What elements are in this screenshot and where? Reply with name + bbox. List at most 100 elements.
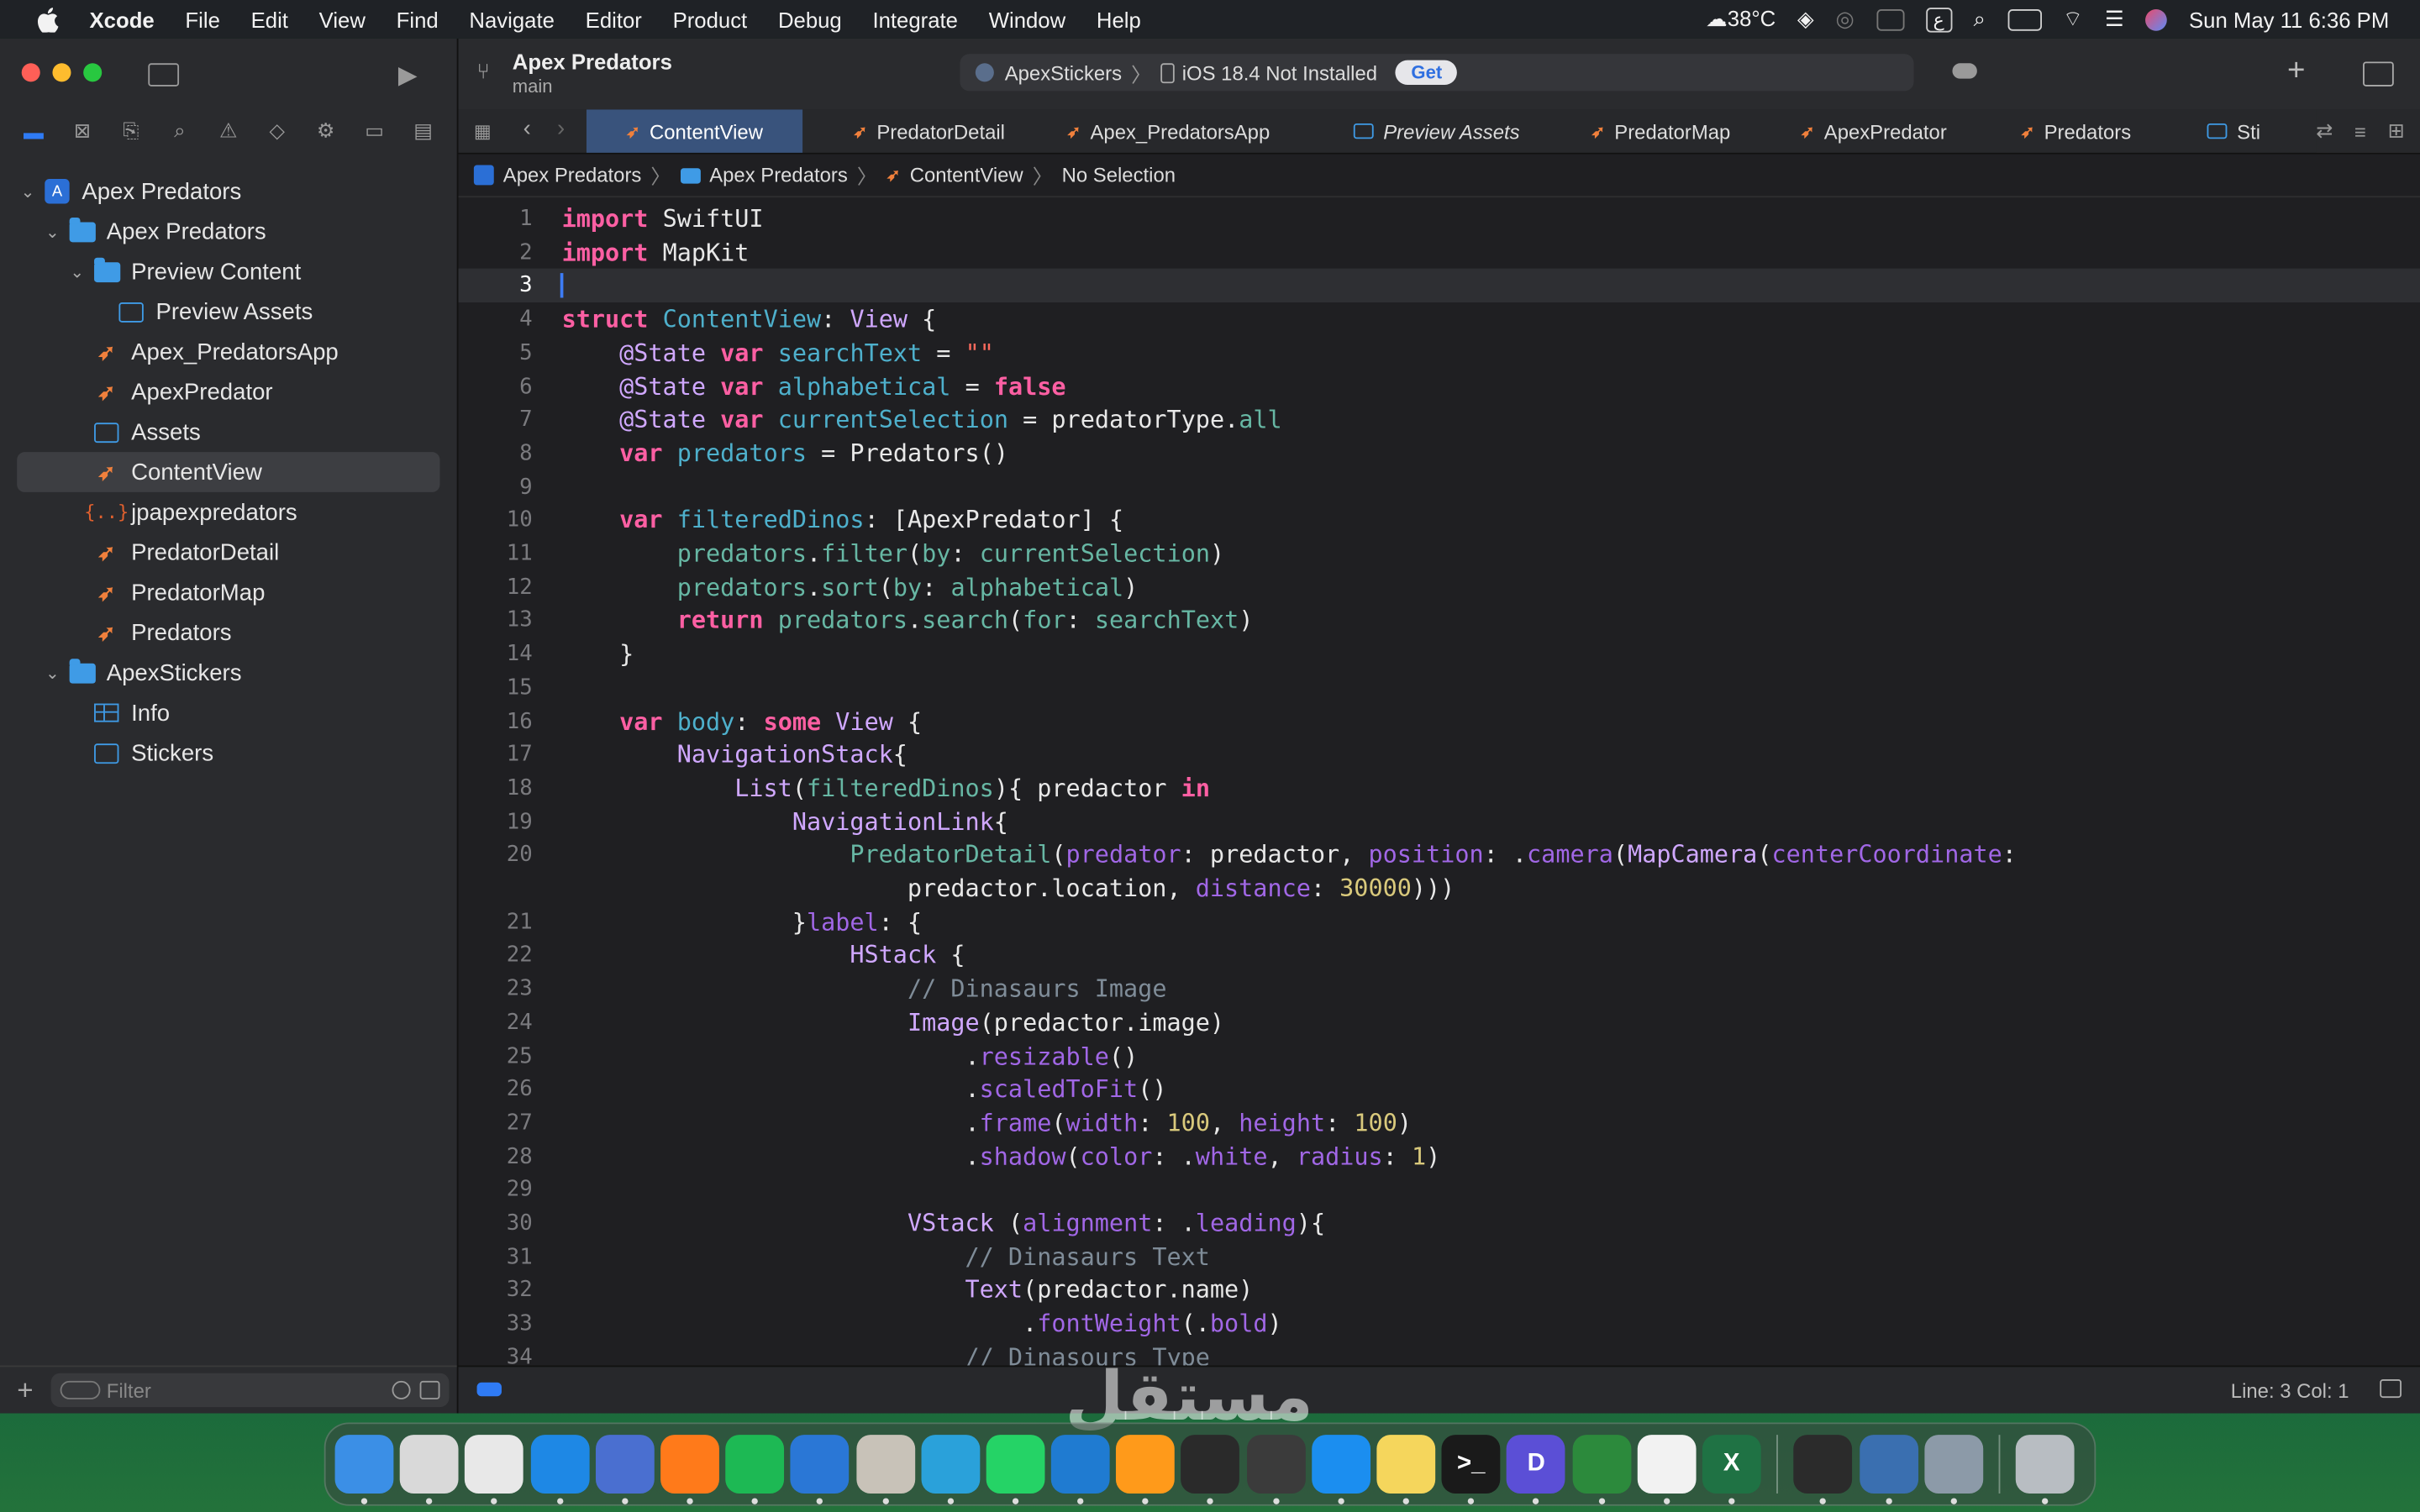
- get-platform-button[interactable]: Get: [1396, 60, 1458, 86]
- scheme-destination-bar[interactable]: ApexStickers 〉 iOS 18.4 Not Installed Ge…: [960, 54, 1914, 92]
- project-navigator-folder-icon[interactable]: ▬: [21, 118, 45, 143]
- xcode-app[interactable]: [790, 1435, 850, 1504]
- editor-tab[interactable]: Preview Assets: [1323, 109, 1551, 152]
- navigate-forward-icon[interactable]: ›: [557, 116, 565, 142]
- navigator-item[interactable]: ⌄ A Apex Predators: [0, 171, 457, 212]
- launchpad-app[interactable]: [400, 1435, 459, 1504]
- related-items-grid-icon[interactable]: ▦: [474, 120, 496, 142]
- siri-icon[interactable]: [2145, 8, 2168, 30]
- weather-status[interactable]: ☁38°C: [1706, 6, 1776, 32]
- firefox-app[interactable]: [660, 1435, 719, 1504]
- minimize-window-button[interactable]: [52, 63, 71, 82]
- airplay-icon[interactable]: ◎: [1835, 6, 1854, 32]
- close-window-button[interactable]: [21, 63, 40, 82]
- navigator-item[interactable]: ➶ Predators: [0, 612, 457, 653]
- clock[interactable]: Sun May 11 6:36 PM: [2189, 7, 2389, 31]
- spotlight-search-icon[interactable]: ⌕: [1974, 6, 1986, 32]
- input-source-icon[interactable]: ع: [1925, 7, 1952, 32]
- code-line[interactable]: 26 .scaledToFit(): [459, 1073, 2420, 1106]
- editor-tab[interactable]: ➶ Apex_PredatorsApp: [1044, 109, 1292, 152]
- code-line[interactable]: 2 import MapKit: [459, 235, 2420, 269]
- menu-product[interactable]: Product: [657, 7, 762, 31]
- telegram-app[interactable]: [920, 1435, 980, 1504]
- navigator-item[interactable]: ⌄ ApexStickers: [0, 653, 457, 693]
- code-line[interactable]: 5 @State var searchText = "": [459, 336, 2420, 370]
- source-editor[interactable]: 1 import SwiftUI 2 import MapKit 3 4 struct Co…: [458, 199, 2420, 1367]
- disclosure-chevron-icon[interactable]: ⌄: [43, 663, 61, 683]
- code-line[interactable]: 1 import SwiftUI: [459, 202, 2420, 236]
- split-editor-icon[interactable]: ⊞: [2388, 118, 2405, 143]
- debug-icon[interactable]: ⚙: [313, 118, 338, 143]
- scheme-name[interactable]: ApexStickers: [1005, 61, 1122, 85]
- excel-app[interactable]: X: [1702, 1435, 1761, 1504]
- code-line[interactable]: 4 struct ContentView: View {: [459, 302, 2420, 336]
- whatsapp-app[interactable]: [986, 1435, 1045, 1504]
- code-line[interactable]: predactor.location, distance: 30000))): [459, 872, 2420, 906]
- inspector-toggle-icon[interactable]: [2363, 61, 2394, 87]
- code-line[interactable]: 20 PredatorDetail(predator: predactor, p…: [459, 838, 2420, 872]
- navigator-item[interactable]: Preview Assets: [0, 291, 457, 332]
- spotify-app[interactable]: [725, 1435, 785, 1504]
- trash-app[interactable]: [2015, 1435, 2075, 1504]
- code-line[interactable]: 9: [459, 470, 2420, 503]
- code-line[interactable]: 15: [459, 671, 2420, 705]
- report-icon[interactable]: ▤: [411, 118, 435, 143]
- code-line[interactable]: 8 var predators = Predators(): [459, 437, 2420, 470]
- navigator-item[interactable]: ➶ Apex_PredatorsApp: [0, 332, 457, 372]
- jumpbar-file[interactable]: ContentView: [910, 164, 1023, 187]
- safari-app[interactable]: [530, 1435, 589, 1504]
- branch-icon[interactable]: ⑂: [477, 59, 499, 87]
- layers-icon[interactable]: ◈: [1797, 6, 1814, 32]
- find-navigator-search-icon[interactable]: ⌕: [167, 118, 192, 143]
- wifi-icon[interactable]: ⌔: [2063, 5, 2083, 33]
- run-play-icon[interactable]: ▶︎: [398, 60, 426, 89]
- preview-app[interactable]: [855, 1435, 915, 1504]
- menu-help[interactable]: Help: [1081, 7, 1157, 31]
- filter-options-icon[interactable]: [60, 1380, 101, 1399]
- code-line[interactable]: 29: [459, 1173, 2420, 1206]
- jumpbar-project[interactable]: Apex Predators: [503, 164, 642, 187]
- menu-view[interactable]: View: [303, 7, 381, 31]
- textedit-app[interactable]: [1637, 1435, 1697, 1504]
- appcleaner-app[interactable]: [595, 1435, 655, 1504]
- add-file-icon[interactable]: +: [17, 1374, 41, 1407]
- cloud-status-icon[interactable]: [1952, 63, 1977, 79]
- editor-tab[interactable]: ➶ ContentView: [586, 109, 803, 153]
- navigator-item[interactable]: ➶ ContentView: [17, 452, 440, 492]
- menu-edit[interactable]: Edit: [235, 7, 303, 31]
- test-diamond-icon[interactable]: ◇: [265, 118, 289, 143]
- code-line[interactable]: 11 predators.filter(by: currentSelection…: [459, 537, 2420, 570]
- code-line[interactable]: 12 predators.sort(by: alphabetical): [459, 570, 2420, 604]
- quicktime-app[interactable]: [1859, 1435, 1918, 1504]
- code-line[interactable]: 3: [458, 269, 2420, 303]
- editor-tab[interactable]: ➶ PredatorMap: [1560, 109, 1761, 152]
- editor-tab[interactable]: Sti: [2199, 109, 2269, 152]
- navigator-item[interactable]: {..} jpapexpredators: [0, 492, 457, 533]
- navigator-item[interactable]: ➶ PredatorDetail: [0, 533, 457, 573]
- navigator-toggle-icon[interactable]: [148, 63, 180, 87]
- panel-toggle-icon[interactable]: [2380, 1379, 2402, 1399]
- code-line[interactable]: 21 }label: {: [459, 906, 2420, 939]
- menu-integrate[interactable]: Integrate: [857, 7, 973, 31]
- apple-menu-icon[interactable]: [34, 5, 61, 33]
- navigator-item[interactable]: Assets: [0, 412, 457, 452]
- source-control-icon[interactable]: ⊠: [70, 118, 94, 143]
- debug-area-toggle-icon[interactable]: [476, 1382, 502, 1397]
- screenshot-app[interactable]: [1923, 1435, 1983, 1504]
- editor-tab[interactable]: ➶ Predators: [2007, 109, 2145, 152]
- code-line[interactable]: 19 NavigationLink{: [459, 805, 2420, 838]
- code-line[interactable]: 24 Image(predactor.image): [459, 1005, 2420, 1039]
- code-line[interactable]: 16 var body: some View {: [459, 704, 2420, 738]
- code-line[interactable]: 31 // Dinasaurs Text: [459, 1240, 2420, 1273]
- code-line[interactable]: 6 @State var alphabetical = false: [459, 370, 2420, 403]
- simulator-app[interactable]: [1793, 1435, 1853, 1504]
- navigator-item[interactable]: ⌄ Apex Predators: [0, 212, 457, 252]
- navigator-item[interactable]: ⌄ Preview Content: [0, 251, 457, 291]
- activity-app[interactable]: [1571, 1435, 1631, 1504]
- appstore-app[interactable]: [1311, 1435, 1370, 1504]
- menu-navigate[interactable]: Navigate: [454, 7, 570, 31]
- jumpbar-group[interactable]: Apex Predators: [709, 164, 848, 187]
- navigator-item[interactable]: Info: [0, 693, 457, 733]
- editor-tab[interactable]: ➶ PredatorDetail: [813, 109, 1045, 152]
- chrome-app[interactable]: [465, 1435, 524, 1504]
